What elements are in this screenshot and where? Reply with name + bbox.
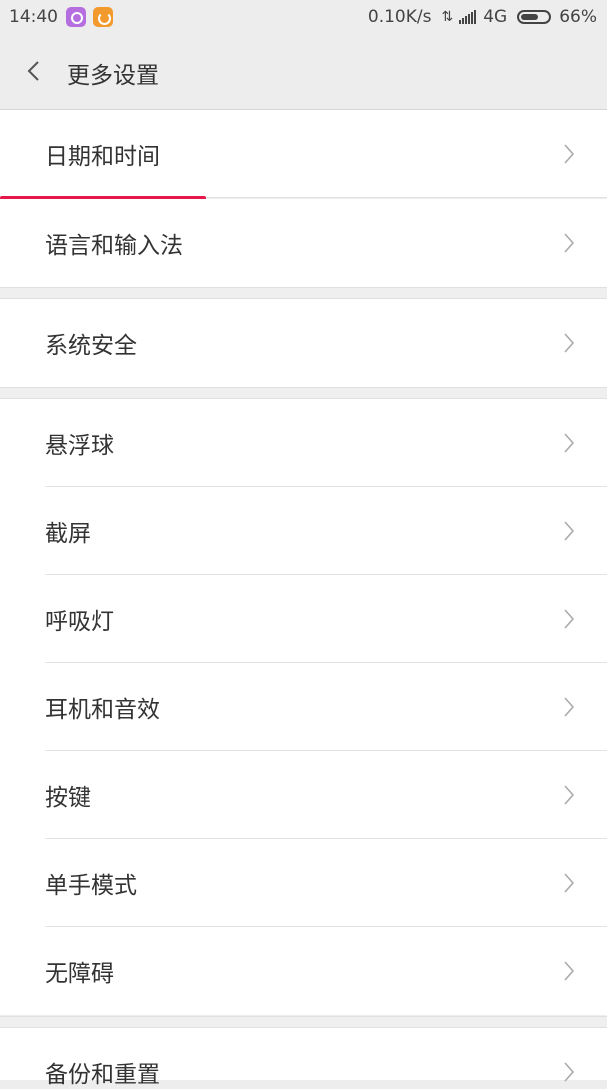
settings-item-floating-ball[interactable]: 悬浮球 — [0, 399, 607, 487]
status-time: 14:40 — [9, 7, 58, 27]
battery-icon — [517, 10, 552, 24]
status-bar: 14:40 0.10K/s ⇅ 4G 66% — [0, 0, 607, 34]
chevron-right-icon — [564, 697, 575, 717]
title-bar: 更多设置 — [0, 34, 607, 110]
settings-item-label: 悬浮球 — [45, 433, 114, 459]
settings-item-label: 日期和时间 — [45, 144, 160, 170]
network-type: 4G — [483, 7, 508, 27]
settings-item-backup-reset[interactable]: 备份和重置 — [0, 1028, 607, 1088]
settings-item-label: 按键 — [45, 785, 91, 811]
battery-percent: 66% — [559, 7, 597, 27]
chevron-right-icon — [564, 333, 575, 353]
page-title: 更多设置 — [67, 63, 159, 89]
signal-icon — [459, 10, 477, 24]
settings-item-label: 呼吸灯 — [45, 609, 114, 635]
settings-item-buttons[interactable]: 按键 — [0, 751, 607, 839]
chevron-right-icon — [564, 144, 575, 164]
settings-item-one-handed-mode[interactable]: 单手模式 — [0, 839, 607, 927]
orange-app-icon — [93, 7, 113, 27]
group-gap — [0, 1016, 607, 1028]
group-gap — [0, 287, 607, 299]
chevron-right-icon — [564, 961, 575, 981]
settings-item-label: 语言和输入法 — [45, 233, 183, 259]
settings-item-label: 截屏 — [45, 521, 91, 547]
chevron-right-icon — [564, 521, 575, 541]
data-transfer-icon: ⇅ — [441, 9, 453, 25]
status-right-group: 0.10K/s ⇅ 4G 66% — [368, 7, 597, 27]
settings-item-label: 单手模式 — [45, 873, 137, 899]
group-gap — [0, 387, 607, 399]
settings-item-label: 系统安全 — [45, 333, 137, 359]
settings-item-breathing-light[interactable]: 呼吸灯 — [0, 575, 607, 663]
settings-item-headphones-audio[interactable]: 耳机和音效 — [0, 663, 607, 751]
chevron-left-icon[interactable] — [25, 60, 43, 82]
chevron-right-icon — [564, 873, 575, 893]
chevron-right-icon — [564, 233, 575, 253]
purple-app-icon — [66, 7, 86, 27]
settings-item-label: 无障碍 — [45, 961, 114, 987]
chevron-right-icon — [564, 433, 575, 453]
settings-item-language-input[interactable]: 语言和输入法 — [0, 199, 607, 287]
settings-item-label: 耳机和音效 — [45, 697, 160, 723]
net-speed: 0.10K/s — [367, 7, 432, 27]
settings-item-system-security[interactable]: 系统安全 — [0, 299, 607, 387]
chevron-right-icon — [564, 785, 575, 805]
chevron-right-icon — [564, 609, 575, 629]
settings-item-screenshot[interactable]: 截屏 — [0, 487, 607, 575]
settings-item-label: 备份和重置 — [45, 1062, 160, 1088]
settings-item-accessibility[interactable]: 无障碍 — [0, 927, 607, 1015]
settings-item-date-time[interactable]: 日期和时间 — [0, 110, 607, 198]
